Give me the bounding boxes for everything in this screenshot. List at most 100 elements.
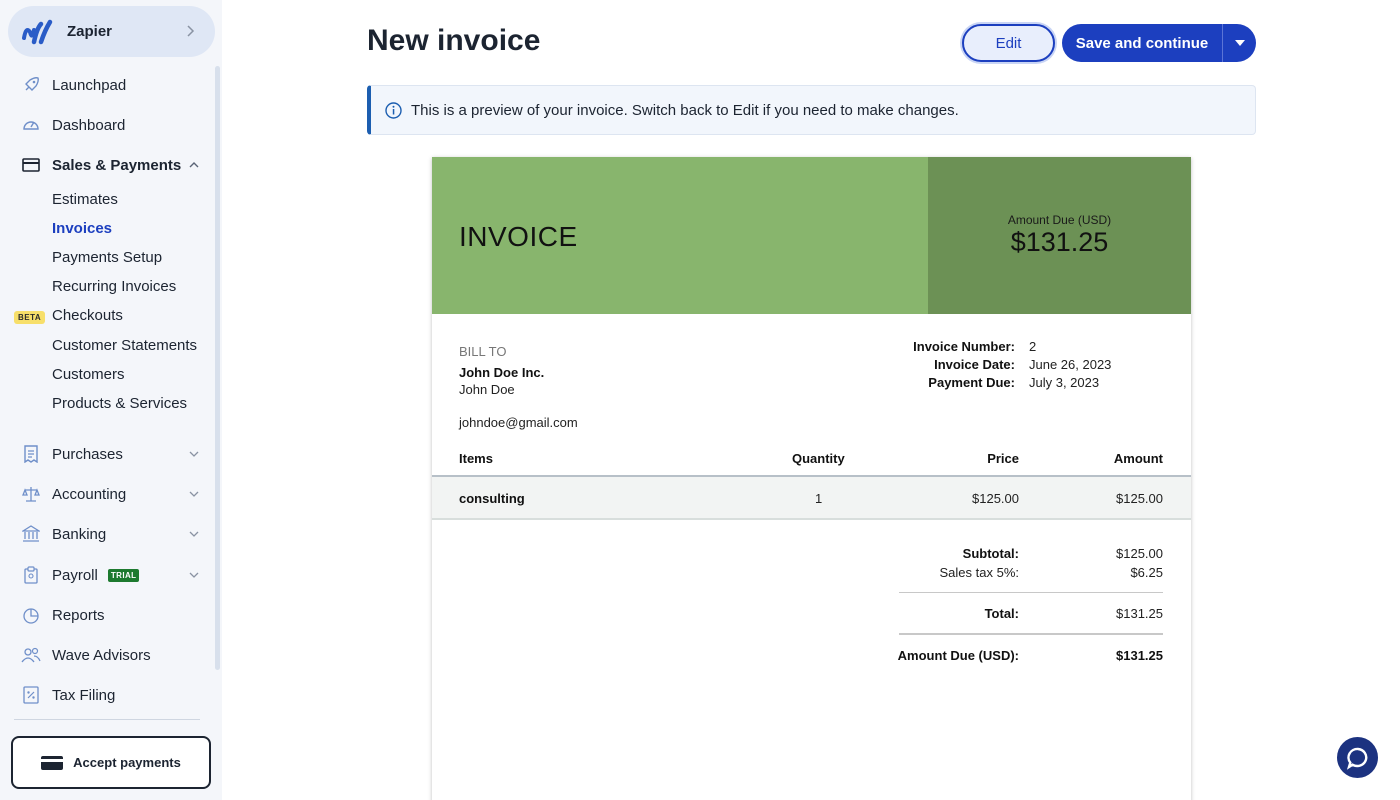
card-icon	[21, 155, 41, 175]
chevron-down-icon	[189, 451, 199, 457]
customer-name: John Doe Inc.	[459, 365, 545, 380]
amount-due-footer-label: Amount Due (USD):	[897, 648, 1019, 663]
meta-value: June 26, 2023	[1029, 357, 1112, 372]
sidebar-scrollbar[interactable]	[215, 66, 220, 670]
meta-value: 2	[1029, 339, 1037, 354]
notice-text: This is a preview of your invoice. Switc…	[411, 101, 959, 119]
sidebar-subitem-customers[interactable]: Customers	[52, 364, 125, 386]
sidebar-item-label: Wave Advisors	[52, 646, 151, 664]
amount-due-label: Amount Due (USD)	[1007, 213, 1112, 227]
payroll-label: Payroll	[52, 566, 98, 584]
meta-key: Invoice Date:	[934, 357, 1015, 372]
sidebar-item-sales-payments[interactable]: Sales & Payments	[0, 147, 212, 183]
chat-bubble-icon	[1346, 747, 1367, 770]
save-and-continue-button[interactable]: Save and continue	[1062, 35, 1222, 52]
sidebar-item-label: Tax Filing	[52, 686, 116, 704]
customer-contact: John Doe	[459, 382, 515, 397]
sidebar-subitem-products-services[interactable]: Products & Services	[52, 393, 187, 415]
invoice-number-row: Invoice Number: 2	[832, 339, 1172, 357]
sidebar-item-label: Sales & Payments	[52, 156, 182, 174]
column-header-quantity: Quantity	[792, 451, 845, 466]
clipboard-icon	[21, 565, 41, 585]
meta-key: Payment Due:	[928, 375, 1015, 390]
rocket-icon	[21, 75, 41, 95]
customer-email: johndoe@gmail.com	[459, 415, 578, 430]
sidebar-item-payroll[interactable]: Payroll TRIAL	[0, 557, 212, 593]
sidebar-divider	[14, 719, 200, 720]
edit-button[interactable]: Edit	[962, 24, 1055, 62]
sidebar-item-label: Reports	[52, 606, 105, 624]
sidebar-item-label: Purchases	[52, 445, 123, 463]
accept-payments-button[interactable]: Accept payments	[11, 736, 211, 789]
tax-value: $6.25	[1130, 565, 1163, 580]
sidebar-item-launchpad[interactable]: Launchpad	[0, 67, 212, 103]
chevron-down-icon	[189, 572, 199, 578]
sidebar-subitem-invoices[interactable]: Invoices	[52, 218, 112, 240]
sidebar-item-label: Banking	[52, 525, 107, 543]
beta-badge: BETA	[14, 311, 46, 324]
amount-due-divider	[899, 633, 1163, 635]
invoice-title: INVOICE	[459, 221, 578, 252]
payment-due-row: Payment Due: July 3, 2023	[832, 375, 1172, 393]
sidebar-subitem-payments-setup[interactable]: Payments Setup	[52, 247, 162, 269]
gauge-icon	[21, 115, 41, 135]
amount-due-value: $131.25	[1010, 227, 1109, 257]
amount-due-footer-value: $131.25	[1116, 648, 1163, 663]
bank-icon	[21, 524, 41, 544]
column-header-items: Items	[459, 451, 493, 466]
save-options-dropdown[interactable]	[1223, 40, 1256, 46]
tax-label: Sales tax 5%:	[939, 565, 1020, 580]
business-name: Zapier	[67, 23, 113, 40]
column-header-price: Price	[987, 451, 1019, 466]
sidebar-item-label: Payroll TRIAL	[52, 566, 140, 584]
row-price: $125.00	[972, 491, 1019, 506]
sidebar-subitem-checkouts[interactable]: Checkouts	[52, 305, 123, 327]
scale-icon	[21, 484, 41, 504]
wave-logo-icon	[22, 18, 54, 46]
sidebar-subitem-recurring-invoices[interactable]: Recurring Invoices	[52, 276, 176, 298]
sidebar-item-label: Launchpad	[52, 76, 127, 94]
total-value: $131.25	[1116, 606, 1163, 621]
pie-chart-icon	[21, 605, 41, 625]
sidebar-item-accounting[interactable]: Accounting	[0, 476, 212, 512]
percent-doc-icon	[21, 685, 41, 705]
bill-to-label: BILL TO	[459, 344, 507, 359]
sidebar-item-reports[interactable]: Reports	[0, 597, 212, 633]
sidebar-item-purchases[interactable]: Purchases	[0, 436, 212, 472]
row-amount: $125.00	[1116, 491, 1163, 506]
people-icon	[21, 645, 41, 665]
chevron-up-icon	[189, 162, 199, 168]
receipt-icon	[21, 444, 41, 464]
table-row-rule	[432, 518, 1191, 520]
invoice-date-row: Invoice Date: June 26, 2023	[832, 357, 1172, 375]
sidebar-item-dashboard[interactable]: Dashboard	[0, 107, 212, 143]
meta-value: July 3, 2023	[1029, 375, 1100, 390]
subtotal-value: $125.00	[1116, 546, 1163, 561]
sidebar-item-banking[interactable]: Banking	[0, 516, 212, 552]
chat-button[interactable]	[1337, 737, 1378, 778]
row-item: consulting	[459, 491, 525, 506]
chevron-down-icon	[189, 531, 199, 537]
sidebar-item-wave-advisors[interactable]: Wave Advisors	[0, 637, 212, 673]
total-label: Total:	[984, 606, 1019, 621]
sidebar-item-tax-filing[interactable]: Tax Filing	[0, 677, 212, 713]
meta-key: Invoice Number:	[913, 339, 1015, 354]
sidebar-subitem-estimates[interactable]: Estimates	[52, 189, 118, 211]
page-title: New invoice	[367, 24, 541, 57]
sidebar-item-label: Dashboard	[52, 116, 126, 134]
invoice-preview: INVOICE Amount Due (USD) $131.25 BILL TO…	[432, 157, 1191, 800]
sidebar-item-label: Accounting	[52, 485, 127, 503]
chevron-right-icon	[187, 25, 195, 37]
table-row	[432, 477, 1191, 519]
column-header-amount: Amount	[1113, 451, 1163, 466]
totals-divider	[899, 592, 1163, 593]
caret-down-icon	[1234, 40, 1245, 46]
credit-card-icon	[41, 755, 64, 770]
sidebar: Zapier Launchpad Dashboard Sales & Payme…	[0, 0, 222, 800]
row-quantity: 1	[815, 491, 823, 506]
sidebar-subitem-customer-statements[interactable]: Customer Statements	[52, 335, 197, 357]
accept-payments-label: Accept payments	[73, 755, 181, 770]
save-and-continue-split-button: Save and continue	[1062, 24, 1256, 62]
business-switcher[interactable]: Zapier	[8, 6, 215, 57]
info-icon	[385, 101, 402, 119]
